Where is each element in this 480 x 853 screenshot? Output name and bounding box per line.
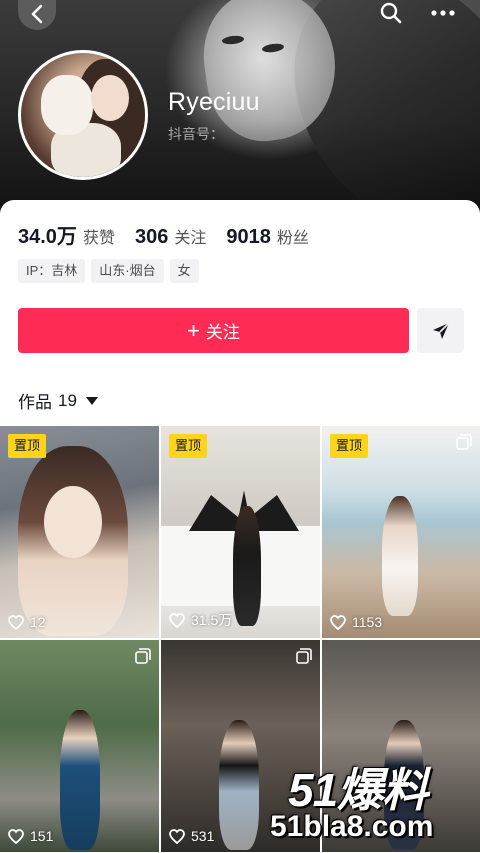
username: Ryeciuu xyxy=(168,88,260,116)
watermark-url: 51bla8.com xyxy=(270,810,434,843)
tag-gender: 女 xyxy=(169,259,199,283)
follow-button[interactable]: + 关注 xyxy=(18,308,409,353)
avatar[interactable] xyxy=(18,50,148,180)
tag-ip: IP：吉林 xyxy=(18,259,86,283)
multi-image-icon xyxy=(296,648,312,664)
like-count-value: 1153 xyxy=(352,614,383,630)
stat-label: 获赞 xyxy=(82,230,115,247)
plus-icon: + xyxy=(187,317,200,343)
heart-icon xyxy=(8,614,24,630)
heart-icon xyxy=(169,828,185,844)
heart-icon xyxy=(169,612,185,628)
stat-following[interactable]: 306 关注 xyxy=(135,224,206,249)
follow-label: 关注 xyxy=(205,323,240,342)
like-count: 151 xyxy=(8,828,53,844)
tag-location: 山东·烟台 xyxy=(91,259,164,283)
like-count: 12 xyxy=(8,614,46,630)
send-icon xyxy=(432,321,450,339)
profile-tags: IP：吉林 山东·烟台 女 xyxy=(18,259,205,283)
heart-icon xyxy=(330,614,346,630)
stat-label: 关注 xyxy=(174,230,207,247)
share-button[interactable] xyxy=(417,308,464,353)
like-count-value: 12 xyxy=(30,614,46,630)
video-thumbnail[interactable]: 置顶 1153 xyxy=(322,426,480,638)
more-dots-icon xyxy=(431,10,455,16)
like-count-value: 151 xyxy=(30,828,54,844)
pinned-badge: 置顶 xyxy=(169,434,208,458)
search-button[interactable] xyxy=(372,0,410,28)
multi-image-icon xyxy=(456,434,472,450)
heart-icon xyxy=(8,828,24,844)
video-thumbnail[interactable]: 置顶 31.5万 xyxy=(161,426,320,638)
douyin-id-label: 抖音号： xyxy=(168,126,224,142)
multi-image-icon xyxy=(135,648,151,664)
pinned-badge: 置顶 xyxy=(8,434,47,458)
like-count-value: 31.5万 xyxy=(191,612,233,628)
stat-label: 粉丝 xyxy=(276,230,309,247)
like-count: 31.5万 xyxy=(169,610,232,630)
works-count: 19 xyxy=(58,390,77,410)
video-thumbnail[interactable]: 置顶 12 xyxy=(0,426,159,638)
stat-value: 9018 xyxy=(226,226,271,248)
more-button[interactable] xyxy=(424,0,462,28)
like-count-value: 531 xyxy=(191,828,215,844)
stat-value: 306 xyxy=(134,226,169,248)
works-tab[interactable]: 作品 19 xyxy=(18,388,98,413)
video-thumbnail[interactable]: 151 xyxy=(0,640,159,852)
chevron-left-icon xyxy=(31,4,43,24)
pinned-badge: 置顶 xyxy=(330,434,369,458)
like-count: 531 xyxy=(169,828,214,844)
caret-down-icon xyxy=(85,396,98,405)
stat-value: 34.0万 xyxy=(18,226,77,248)
like-count: 1153 xyxy=(330,614,382,630)
stats-row: 34.0万 获赞 306 关注 9018 粉丝 xyxy=(18,220,329,249)
profile-info-sheet: 34.0万 获赞 306 关注 9018 粉丝 IP：吉林 山东·烟台 女 + … xyxy=(0,200,480,426)
works-label: 作品 xyxy=(18,393,52,412)
stat-followers[interactable]: 9018 粉丝 xyxy=(226,224,309,249)
stat-likes[interactable]: 34.0万 获赞 xyxy=(18,220,115,249)
search-icon xyxy=(380,2,402,24)
site-watermark: 51爆料 51bla8.com xyxy=(270,750,480,850)
